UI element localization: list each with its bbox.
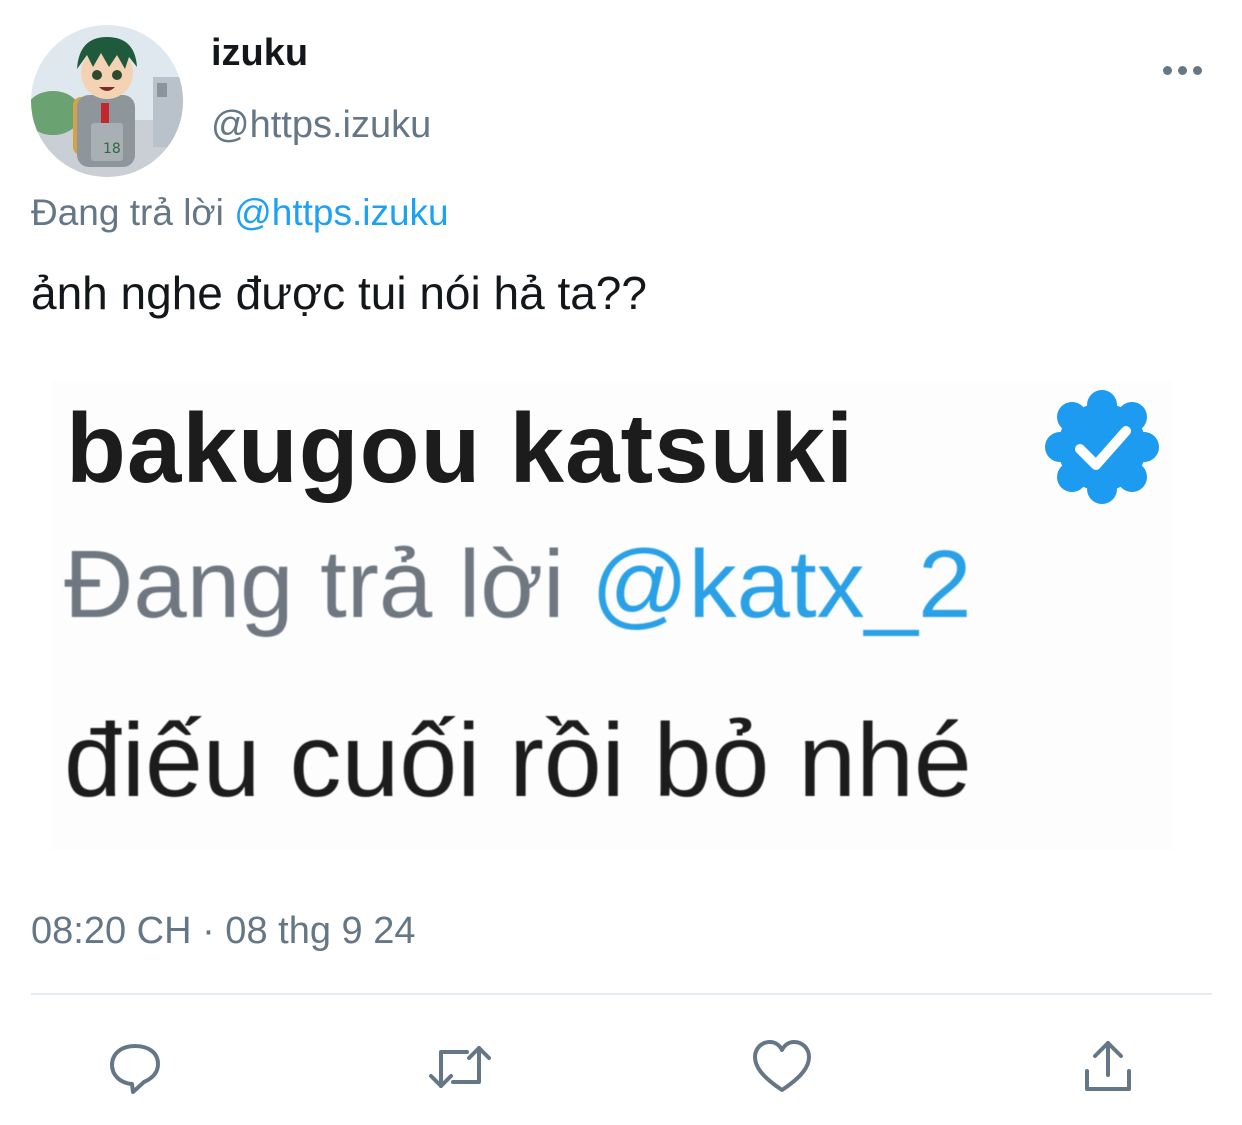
retweet-button[interactable] [427, 1034, 493, 1100]
tweet-image[interactable]: bakugou katsuki Đang trả lời @katx_2 điế… [52, 380, 1172, 850]
reply-icon [110, 1044, 160, 1094]
user-handle[interactable]: @https.izuku [211, 104, 431, 147]
avatar[interactable]: 18 [31, 25, 183, 177]
share-icon [1085, 1041, 1131, 1091]
replying-to: Đang trả lời @https.izuku [31, 192, 449, 234]
more-dot [1192, 65, 1202, 75]
replying-prefix: Đang trả lời [31, 192, 224, 233]
more-options-button[interactable] [1152, 48, 1212, 92]
reply-button[interactable] [102, 1034, 168, 1100]
image-reply-prefix: Đang trả lời [64, 531, 565, 638]
more-dot [1162, 65, 1172, 75]
tweet-text: ảnh nghe được tui nói hả ta?? [31, 267, 647, 319]
avatar-image: 18 [31, 25, 183, 177]
retweet-icon [429, 1046, 491, 1088]
divider [31, 993, 1212, 995]
image-reply-handle: @katx_2 [591, 531, 972, 638]
like-icon [753, 1040, 811, 1092]
like-button[interactable] [749, 1034, 815, 1100]
tweet-detail: 18 izuku @https.izuku Đang trả lời @http… [0, 0, 1242, 1125]
image-body-text: điếu cuối rồi bỏ nhé [64, 703, 972, 819]
replying-to-mention[interactable]: @https.izuku [234, 192, 448, 233]
verified-badge-icon [1045, 390, 1159, 504]
display-name[interactable]: izuku [211, 32, 308, 75]
more-dot [1177, 65, 1187, 75]
share-button[interactable] [1075, 1034, 1141, 1100]
svg-text:18: 18 [103, 141, 121, 157]
image-name-text: bakugou katsuki [66, 393, 855, 503]
tweet-timestamp[interactable]: 08:20 CH · 08 thg 9 24 [31, 910, 415, 953]
image-reply-line: Đang trả lời @katx_2 [64, 530, 971, 640]
